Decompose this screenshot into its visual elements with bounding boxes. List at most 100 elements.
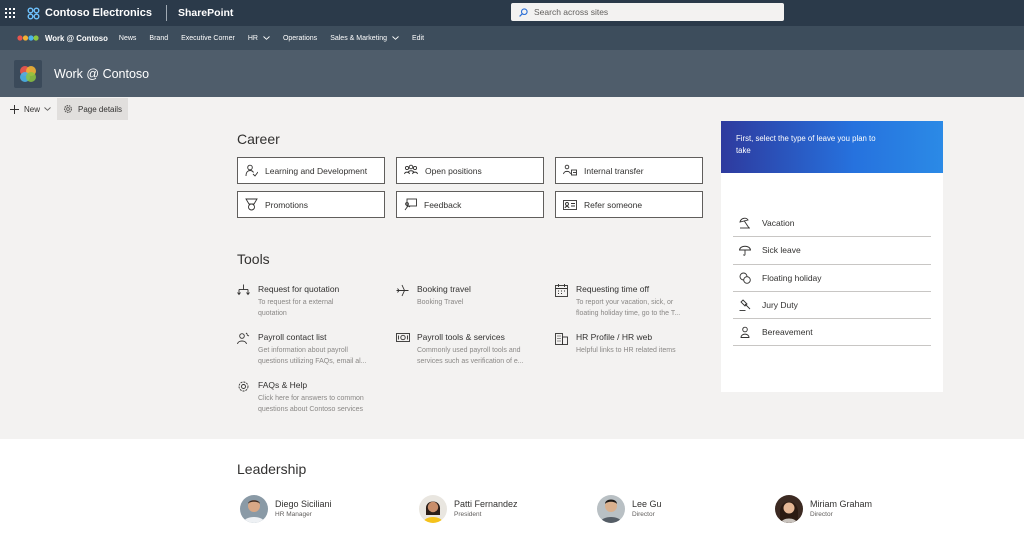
page-details-button[interactable]: Page details	[57, 98, 129, 120]
tool-title: Payroll tools & services	[417, 332, 505, 342]
leadership-heading: Leadership	[237, 461, 307, 477]
tool-payroll-contact-list[interactable]: Payroll contact list Get information abo…	[237, 332, 387, 367]
contacts-icon	[237, 332, 251, 367]
new-button[interactable]: New	[10, 104, 51, 114]
career-button-label: Learning and Development	[265, 165, 368, 176]
suite-bar-divider	[165, 5, 167, 21]
tool-description: Click here for answers to common	[258, 395, 364, 402]
transfer-icon	[563, 164, 577, 177]
search-icon	[519, 7, 528, 17]
command-bar: New Page details	[0, 97, 1024, 121]
tool-request-for-quotation[interactable]: Request for quotation To request for a e…	[237, 284, 387, 319]
site-header: Work @ Contoso	[0, 50, 1024, 97]
person-card-lee-gu[interactable]: Lee Gu Director	[597, 495, 662, 523]
person-card-miriam-graham[interactable]: Miriam Graham Director	[775, 495, 872, 523]
page-details-label: Page details	[78, 104, 123, 114]
person-role: Director	[632, 511, 655, 518]
tool-description: questions about Contoso services	[258, 406, 364, 413]
career-internal-transfer-button[interactable]: Internal transfer	[555, 157, 703, 184]
site-logo-icon[interactable]	[14, 59, 42, 88]
avatar	[419, 495, 447, 523]
leave-item-jury-duty[interactable]: Jury Duty	[733, 292, 931, 320]
tool-title: Requesting time off	[576, 284, 650, 294]
calendar-icon	[555, 284, 569, 319]
site-title[interactable]: Work @ Contoso	[54, 67, 149, 81]
hub-nav-sales-marketing[interactable]: Sales & Marketing	[330, 35, 399, 42]
leave-item-bereavement[interactable]: Bereavement	[733, 319, 931, 347]
hub-nav-label: Executive Corner	[181, 34, 235, 42]
tool-title: Payroll contact list	[258, 332, 327, 342]
leave-type-list: Vacation Sick leave Floating holiday Jur…	[733, 210, 931, 347]
tool-faqs-help[interactable]: FAQs & Help Click here for answers to co…	[237, 380, 387, 415]
person-name: Lee Gu	[632, 499, 662, 509]
beach-icon	[739, 217, 751, 229]
leave-item-sick-leave[interactable]: Sick leave	[733, 237, 931, 265]
leave-item-label: Floating holiday	[762, 272, 822, 283]
hub-nav-label: Sales & Marketing	[330, 34, 387, 42]
hub-nav-executive-corner[interactable]: Executive Corner	[181, 35, 235, 42]
tool-title: FAQs & Help	[258, 380, 308, 390]
app-launcher-icon[interactable]	[0, 0, 20, 26]
hub-nav-label: News	[118, 34, 137, 42]
search-placeholder: Search across sites	[534, 7, 609, 17]
chevron-down-icon	[392, 36, 399, 40]
tool-description: To report your vacation, sick, or	[576, 299, 674, 306]
org-brand[interactable]: Contoso Electronics	[27, 7, 152, 20]
leave-item-label: Sick leave	[762, 245, 801, 256]
tool-title: Request for quotation	[258, 284, 340, 294]
hub-nav-operations[interactable]: Operations	[283, 35, 317, 42]
avatar	[240, 495, 268, 523]
tool-requesting-time-off[interactable]: Requesting time off To report your vacat…	[555, 284, 705, 319]
career-open-positions-button[interactable]: Open positions	[396, 157, 544, 184]
tool-description: Commonly used payroll tools and	[417, 347, 521, 354]
tool-description: services such as verification of e...	[417, 358, 524, 365]
chevron-down-icon	[44, 107, 51, 111]
tool-description: Get information about payroll	[258, 347, 348, 354]
career-learning-development-button[interactable]: Learning and Development	[237, 157, 385, 184]
feedback-icon	[404, 198, 417, 211]
leave-item-label: Jury Duty	[762, 300, 798, 311]
hub-title[interactable]: Work @ Contoso	[45, 34, 108, 43]
hub-nav-edit[interactable]: Edit	[412, 35, 424, 42]
hub-nav-hr[interactable]: HR	[248, 35, 270, 42]
leave-banner-text: First, select the type of leave you plan…	[736, 134, 876, 155]
person-name: Miriam Graham	[810, 499, 873, 509]
leave-request-panel: First, select the type of leave you plan…	[721, 121, 943, 392]
career-refer-someone-button[interactable]: Refer someone	[555, 191, 703, 218]
search-box[interactable]: Search across sites	[511, 3, 784, 21]
tool-description: questions utilizing FAQs, email al...	[258, 358, 367, 365]
tool-payroll-tools-services[interactable]: Payroll tools & services Commonly used p…	[396, 332, 546, 367]
chevron-down-icon	[263, 36, 270, 40]
hub-nav-label: Brand	[149, 34, 169, 42]
person-icon	[739, 326, 751, 339]
hub-navigation: Work @ Contoso News Brand Executive Corn…	[0, 26, 1024, 50]
contact-card-icon	[563, 199, 577, 211]
tool-description: To request for a external	[258, 299, 334, 306]
building-icon	[555, 332, 569, 356]
person-card-patti-fernandez[interactable]: Patti Fernandez President	[419, 495, 518, 523]
leave-item-floating-holiday[interactable]: Floating holiday	[733, 265, 931, 292]
avatar	[597, 495, 625, 523]
hub-nav-brand[interactable]: Brand	[149, 35, 168, 42]
org-name: Contoso Electronics	[45, 7, 152, 19]
tool-title: Booking travel	[417, 284, 471, 294]
people-icon	[404, 164, 418, 177]
career-promotions-button[interactable]: Promotions	[237, 191, 385, 218]
tool-title: HR Profile / HR web	[576, 332, 653, 342]
career-button-label: Refer someone	[584, 199, 643, 210]
tool-hr-profile[interactable]: HR Profile / HR web Helpful links to HR …	[555, 332, 705, 356]
tool-description: floating holiday time, go to the T...	[576, 310, 681, 317]
plus-icon	[10, 104, 19, 114]
flow-icon	[237, 284, 251, 319]
hub-nav-label: HR	[247, 34, 258, 42]
person-role: President	[454, 511, 482, 518]
tool-booking-travel[interactable]: Booking travel Booking Travel	[396, 284, 546, 308]
tool-description: quotation	[258, 310, 287, 317]
app-name[interactable]: SharePoint	[178, 7, 233, 19]
leave-item-vacation[interactable]: Vacation	[733, 210, 931, 238]
hub-nav-news[interactable]: News	[119, 35, 137, 42]
person-card-diego-siciliani[interactable]: Diego Siciliani HR Manager	[240, 495, 332, 523]
career-feedback-button[interactable]: Feedback	[396, 191, 544, 218]
hub-logo-icon[interactable]	[17, 34, 39, 42]
umbrella-icon	[739, 244, 751, 257]
